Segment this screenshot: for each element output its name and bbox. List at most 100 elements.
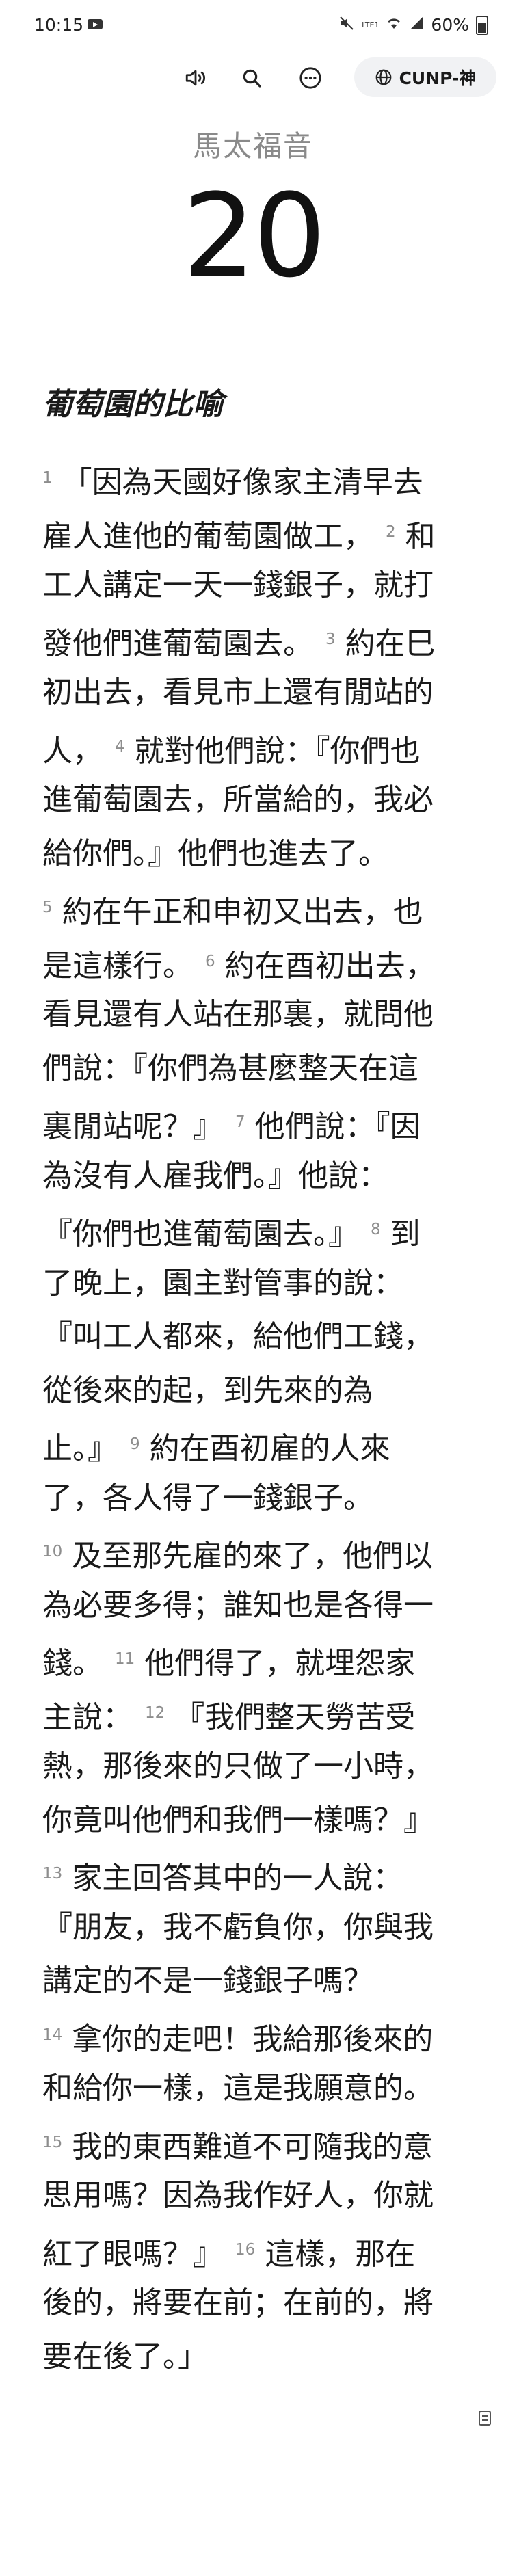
verse-text: 『朋友，我不虧負你，你與我 xyxy=(42,1909,434,1945)
text-line: 14 拿你的走吧！我給那後來的 xyxy=(42,2008,464,2062)
verse-text: 是這樣行。 xyxy=(42,948,193,983)
verse-text: 錢。 xyxy=(42,1646,103,1681)
verse-text: 他們說：『因 xyxy=(254,1109,421,1144)
verse-text: 人， xyxy=(42,733,103,769)
text-line: 從後來的起，到先來的為 xyxy=(42,1364,464,1418)
verse-text: 和 xyxy=(405,518,436,554)
scripture-text[interactable]: 1 「因為天國好像家主清早去 雇人進他的葡萄園做工， 2 和工人講定一天一錢銀子，就打發… xyxy=(42,451,464,2384)
more-icon xyxy=(299,67,321,89)
youtube-notification-icon xyxy=(88,19,103,29)
text-line: 裏閒站呢？』 7 他們說：『因 xyxy=(42,1096,464,1150)
verse-text: 後的，將要在前；在前的，將 xyxy=(42,2285,434,2320)
verse-text: 初出去，看見市上還有閒站的 xyxy=(42,675,434,710)
verse-number[interactable]: 12 xyxy=(145,1704,165,1722)
more-button[interactable] xyxy=(294,62,327,94)
verse-number[interactable]: 9 xyxy=(130,1435,140,1453)
verse-number[interactable]: 6 xyxy=(205,953,215,970)
text-line: 為沒有人雇我們。』他說： xyxy=(42,1150,464,1204)
audio-button[interactable] xyxy=(179,62,212,94)
text-line: 了晚上，園主對管事的說： xyxy=(42,1257,464,1311)
wifi-icon xyxy=(386,16,402,34)
verse-number[interactable]: 8 xyxy=(371,1221,381,1238)
verse-text: 主說： xyxy=(42,1699,133,1735)
status-bar: 10:15 LTE1 60% xyxy=(0,0,506,55)
verse-text: 裏閒站呢？』 xyxy=(42,1109,223,1144)
text-line: 是這樣行。 6 約在酉初出去， xyxy=(42,935,464,989)
verse-number[interactable]: 15 xyxy=(42,2134,62,2151)
verse-text: 他們得了，就埋怨家 xyxy=(144,1646,416,1681)
signal-icon xyxy=(409,16,424,34)
verse-text: 了晚上，園主對管事的說： xyxy=(42,1265,403,1301)
verse-text: 為沒有人雇我們。』他說： xyxy=(42,1158,388,1193)
verse-number[interactable]: 3 xyxy=(325,630,336,648)
search-icon xyxy=(243,69,261,88)
verse-number[interactable]: 16 xyxy=(235,2241,255,2259)
verse-text: 『我們整天勞苦受 xyxy=(174,1699,416,1735)
text-line: 和給你一樣，這是我願意的。 xyxy=(42,2062,464,2116)
lte-indicator: LTE1 xyxy=(362,21,380,29)
verse-number[interactable]: 4 xyxy=(115,738,125,756)
verse-number[interactable]: 1 xyxy=(42,469,53,487)
text-line: 進葡萄園去，所當給的，我必 xyxy=(42,773,464,827)
verse-text: 講定的不是一錢銀子嗎？ xyxy=(42,1963,373,1998)
text-line: 給你們。』他們也進去了。 xyxy=(42,827,464,881)
verse-number[interactable]: 14 xyxy=(42,2026,62,2044)
text-line: 要在後了。」 xyxy=(42,2331,464,2385)
verse-text: 看見還有人站在那裏，就問他 xyxy=(42,997,434,1032)
status-time: 10:15 xyxy=(34,15,84,35)
search-button[interactable] xyxy=(235,62,268,94)
text-line: 人， 4 就對他們說：『你們也 xyxy=(42,720,464,774)
verse-text: 了，各人得了一錢銀子。 xyxy=(42,1480,373,1515)
text-line: 講定的不是一錢銀子嗎？ xyxy=(42,1954,464,2008)
note-icon[interactable] xyxy=(479,2411,491,2426)
verse-text: 『你們也進葡萄園去。』 xyxy=(42,1217,358,1251)
mute-icon xyxy=(338,15,355,35)
book-title: 馬太福音 xyxy=(192,129,313,163)
text-line: 紅了眼嗎？』 16 這樣，那在 xyxy=(42,2223,464,2277)
text-line: 為必要多得；誰知也是各得一 xyxy=(42,1579,464,1633)
chapter-number: 20 xyxy=(183,169,326,303)
text-line: 思用嗎？因為我作好人，你就 xyxy=(42,2169,464,2223)
verse-text: 給你們。』他們也進去了。 xyxy=(42,836,388,871)
text-line: 止。』 9 約在酉初雇的人來 xyxy=(42,1418,464,1472)
verse-text: 要在後了。」 xyxy=(42,2339,208,2374)
text-line: 『你們也進葡萄園去。』 8 到 xyxy=(42,1203,464,1257)
verse-text: 我的東西難道不可隨我的意 xyxy=(72,2129,434,2164)
section-heading: 葡萄園的比喻 xyxy=(42,387,223,422)
text-line: 熱，那後來的只做了一小時， xyxy=(42,1740,464,1794)
text-line: 『叫工人都來，給他們工錢， xyxy=(42,1310,464,1364)
verse-text: 約在酉初出去， xyxy=(224,948,436,983)
verse-number[interactable]: 2 xyxy=(386,523,396,541)
verse-text: 止。』 xyxy=(42,1431,118,1466)
verse-text: 約在酉初雇的人來 xyxy=(149,1431,390,1466)
verse-number[interactable]: 10 xyxy=(42,1543,62,1561)
text-line: 看見還有人站在那裏，就問他 xyxy=(42,988,464,1042)
verse-text: 進葡萄園去，所當給的，我必 xyxy=(42,782,434,817)
verse-text: 從後來的起，到先來的為 xyxy=(42,1372,373,1408)
text-line: 了，各人得了一錢銀子。 xyxy=(42,1472,464,1526)
text-line: 雇人進他的葡萄園做工， 2 和 xyxy=(42,505,464,559)
version-label: CUNP-神 xyxy=(399,68,477,88)
verse-text: 「因為天國好像家主清早去 xyxy=(62,465,423,500)
verse-text: 思用嗎？因為我作好人，你就 xyxy=(42,2178,434,2213)
text-line: 『朋友，我不虧負你，你與我 xyxy=(42,1901,464,1955)
version-selector-button[interactable]: CUNP-神 xyxy=(354,57,496,97)
text-line: 後的，將要在前；在前的，將 xyxy=(42,2276,464,2331)
verse-text: 及至那先雇的來了，他們以 xyxy=(72,1539,434,1574)
verse-number[interactable]: 5 xyxy=(42,899,53,916)
text-line: 你竟叫他們和我們一樣嗎？』 xyxy=(42,1794,464,1848)
verse-text: 紅了眼嗎？』 xyxy=(42,2236,223,2272)
text-line: 1 「因為天國好像家主清早去 xyxy=(42,451,464,505)
verse-text: 熱，那後來的只做了一小時， xyxy=(42,1749,434,1783)
text-line: 錢。 11 他們得了，就埋怨家 xyxy=(42,1632,464,1686)
verse-number[interactable]: 13 xyxy=(42,1865,62,1883)
verse-number[interactable]: 7 xyxy=(235,1113,245,1131)
text-line: 主說： 12 『我們整天勞苦受 xyxy=(42,1686,464,1740)
verse-number[interactable]: 11 xyxy=(115,1650,135,1668)
verse-text: 約在午正和申初又出去，也 xyxy=(62,894,423,929)
verse-text: 你竟叫他們和我們一樣嗎？』 xyxy=(42,1802,434,1837)
text-line: 5 約在午正和申初又出去，也 xyxy=(42,881,464,935)
audio-icon xyxy=(185,70,205,86)
verse-text: 拿你的走吧！我給那後來的 xyxy=(72,2021,434,2057)
text-line: 初出去，看見市上還有閒站的 xyxy=(42,666,464,720)
